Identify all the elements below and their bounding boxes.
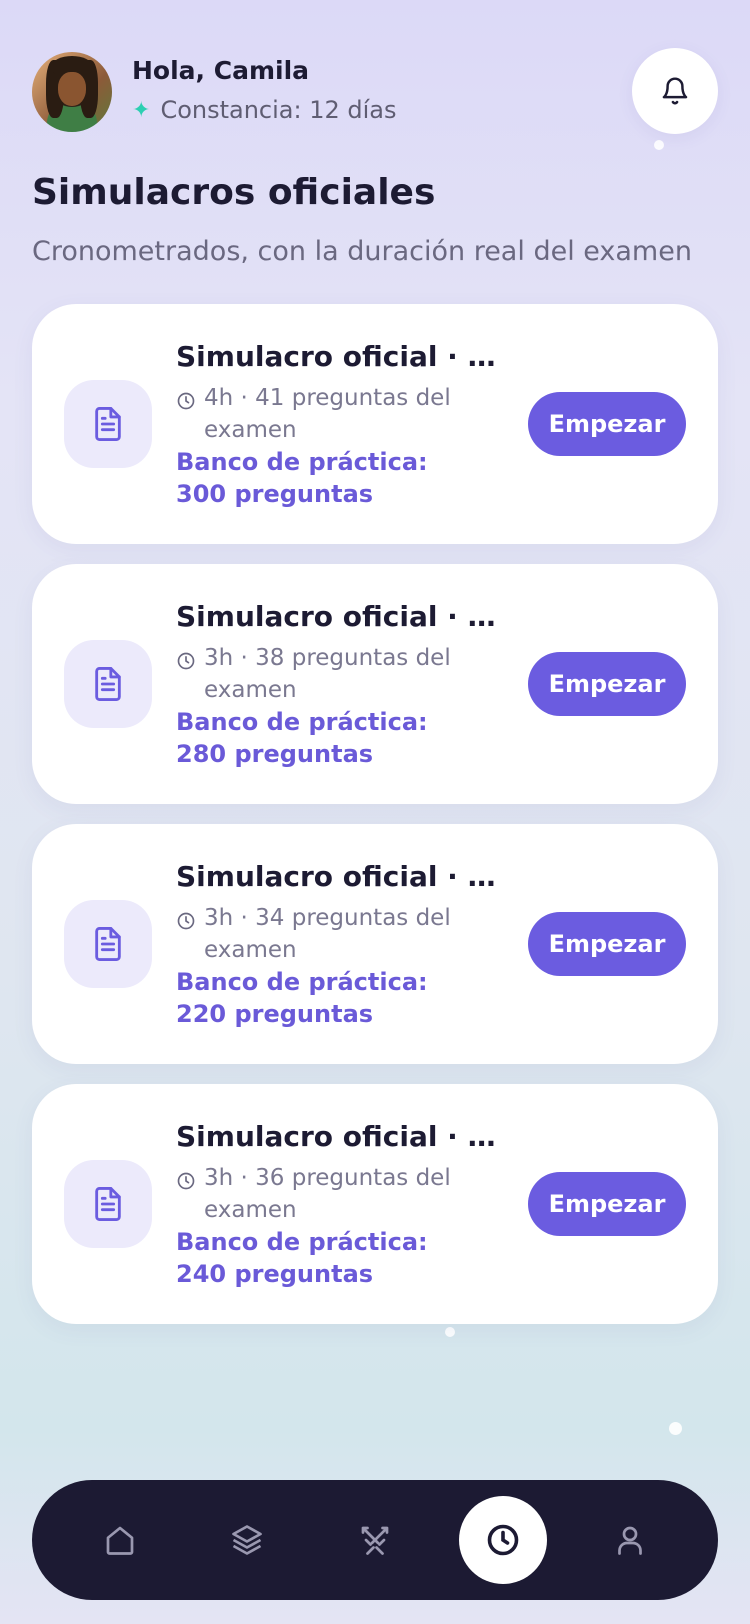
exam-meta: 3h · 34 preguntas del examen bbox=[176, 902, 476, 966]
avatar[interactable] bbox=[32, 52, 112, 132]
exam-duration: 3h · 38 preguntas del examen bbox=[204, 645, 451, 703]
user-icon bbox=[618, 1526, 643, 1555]
document-icon bbox=[95, 927, 121, 961]
notifications-button[interactable] bbox=[632, 48, 718, 134]
document-icon bbox=[95, 667, 121, 701]
exam-meta: 3h · 36 preguntas del examen bbox=[176, 1162, 476, 1226]
clock-icon bbox=[177, 392, 195, 410]
start-button[interactable]: Empezar bbox=[528, 1172, 686, 1236]
exam-duration: 4h · 41 preguntas del examen bbox=[204, 385, 451, 443]
start-button[interactable]: Empezar bbox=[528, 912, 686, 976]
nav-home[interactable] bbox=[76, 1496, 164, 1584]
clock-icon bbox=[177, 652, 195, 670]
start-button[interactable]: Empezar bbox=[528, 392, 686, 456]
exam-card[interactable]: Simulacro oficial · Sociales y Ciudadana… bbox=[32, 824, 718, 1064]
page-subtitle: Cronometrados, con la duración real del … bbox=[32, 236, 692, 267]
exam-title: Simulacro oficial · Sociales y Ciudadana… bbox=[176, 860, 506, 893]
clock-icon bbox=[177, 1172, 195, 1190]
exam-title: Simulacro oficial · Matemáticas bbox=[176, 600, 506, 633]
sparkle-icon: ✦ bbox=[132, 97, 151, 123]
clock-icon bbox=[487, 1524, 518, 1556]
header: Hola, Camila ✦ Constancia: 12 días bbox=[32, 48, 718, 144]
decorative-dot bbox=[445, 1327, 455, 1337]
bottom-nav bbox=[32, 1480, 718, 1600]
streak: ✦ Constancia: 12 días bbox=[132, 96, 397, 124]
exam-card[interactable]: Simulacro oficial · Ciencias Naturales 3… bbox=[32, 1084, 718, 1324]
bell-icon bbox=[662, 77, 688, 105]
exam-title: Simulacro oficial · Ciencias Naturales bbox=[176, 1120, 506, 1153]
practice-bank: Banco de práctica: 220 preguntas bbox=[176, 968, 428, 1028]
greeting: Hola, Camila bbox=[132, 56, 310, 85]
document-icon bbox=[95, 1186, 121, 1221]
nav-exams[interactable] bbox=[458, 1496, 547, 1584]
clock-icon bbox=[177, 912, 195, 930]
swords-icon bbox=[361, 1526, 389, 1555]
nav-layers[interactable] bbox=[203, 1496, 291, 1584]
streak-label: Constancia: 12 días bbox=[160, 96, 397, 124]
exam-card[interactable]: Simulacro oficial · Matemáticas 3h · 38 … bbox=[32, 564, 718, 804]
document-icon-tile bbox=[64, 1160, 152, 1248]
exam-duration: 3h · 36 preguntas del examen bbox=[204, 1165, 451, 1223]
layers-icon bbox=[232, 1525, 263, 1555]
nav-battle[interactable] bbox=[331, 1496, 419, 1584]
practice-bank: Banco de práctica: 300 preguntas bbox=[176, 448, 428, 508]
exam-duration: 3h · 34 preguntas del examen bbox=[204, 905, 451, 963]
practice-bank: Banco de práctica: 240 preguntas bbox=[176, 1228, 428, 1288]
document-icon-tile bbox=[64, 900, 152, 988]
decorative-dot bbox=[669, 1422, 682, 1435]
nav-profile[interactable] bbox=[586, 1496, 674, 1584]
document-icon-tile bbox=[64, 380, 152, 468]
page-title: Simulacros oficiales bbox=[32, 172, 436, 213]
exam-meta: 3h · 38 preguntas del examen bbox=[176, 642, 476, 706]
exam-card[interactable]: Simulacro oficial · Lectura Crítica 4h ·… bbox=[32, 304, 718, 544]
document-icon-tile bbox=[64, 640, 152, 728]
exam-meta: 4h · 41 preguntas del examen bbox=[176, 382, 476, 446]
document-icon bbox=[95, 406, 121, 441]
exam-title: Simulacro oficial · Lectura Crítica bbox=[176, 340, 506, 373]
start-button[interactable]: Empezar bbox=[528, 652, 686, 716]
home-icon bbox=[106, 1526, 134, 1555]
practice-bank: Banco de práctica: 280 preguntas bbox=[176, 708, 428, 768]
